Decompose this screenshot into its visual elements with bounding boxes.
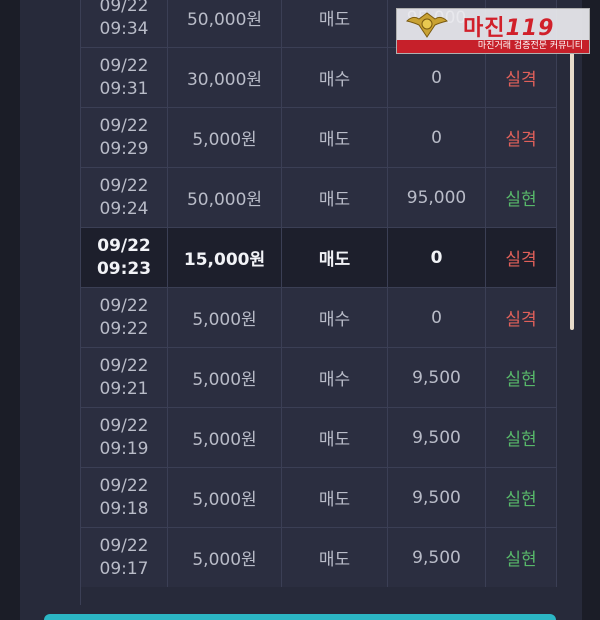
trade-type: 매도: [282, 108, 388, 167]
trade-value: 95,000: [388, 168, 486, 227]
trade-amount: 30,000원: [168, 48, 282, 107]
table-row[interactable]: 09/22 09:31 30,000원 매수 0 실격: [81, 47, 557, 107]
trade-time-label: 09:19: [99, 438, 149, 459]
trade-type: 매도: [282, 228, 388, 287]
trade-time-label: 09:21: [99, 378, 149, 399]
trade-date-label: 09/22: [99, 115, 149, 136]
trade-time: 09/22 09:19: [81, 408, 168, 467]
trade-time: 09/22 09:34: [81, 0, 168, 47]
trade-value: 0: [388, 48, 486, 107]
trade-time: 09/22 09:24: [81, 168, 168, 227]
trade-time-label: 09:34: [99, 18, 149, 39]
watermark-subtitle: 마진거래 검증전문 커뮤니티: [397, 40, 589, 53]
trade-amount: 5,000원: [168, 468, 282, 527]
page: 09/2209:3450,000원매도95,00009/2209:3130,00…: [0, 0, 600, 620]
trade-result-badge: 실격: [486, 228, 557, 287]
trade-time-label: 09:29: [99, 138, 149, 159]
trade-amount: 5,000원: [168, 108, 282, 167]
trade-time-label: 09:22: [99, 318, 149, 339]
trade-type: 매수: [282, 48, 388, 107]
trade-amount: 5,000원: [168, 348, 282, 407]
trade-value: 9,500: [388, 528, 486, 587]
bottom-action-bar[interactable]: [44, 614, 556, 620]
trade-time: 09/22 09:22: [81, 288, 168, 347]
trade-value: 9,500: [388, 408, 486, 467]
trade-time-label: 09:24: [99, 198, 149, 219]
table-row[interactable]: 09/22 09:18 5,000원 매도 9,500 실현: [81, 467, 557, 527]
table-row[interactable]: 09/22 09:24 50,000원 매도 95,000 실현: [81, 167, 557, 227]
history-panel: 09/2209:3450,000원매도95,00009/2209:3130,00…: [20, 0, 582, 620]
table-row[interactable]: 09/22 09:29 5,000원 매도 0 실격: [81, 107, 557, 167]
trade-amount: 50,000원: [168, 168, 282, 227]
trade-type: 매수: [282, 288, 388, 347]
trade-result-badge: 실격: [486, 48, 557, 107]
trade-time-label: 09:18: [99, 498, 149, 519]
trade-amount: 15,000원: [168, 228, 282, 287]
trade-result-badge: 실현: [486, 408, 557, 467]
trade-amount: 5,000원: [168, 528, 282, 587]
trade-result-badge: 실현: [486, 468, 557, 527]
trade-time-label: 09:23: [96, 258, 152, 279]
trade-value: 0: [388, 288, 486, 347]
trade-time: 09/22 09:17: [81, 528, 168, 587]
trade-date-label: 09/22: [99, 175, 149, 196]
trade-time-label: 09:17: [99, 558, 149, 579]
trade-time: 09/22 09:18: [81, 468, 168, 527]
watermark-logo: 마진119 마진거래 검증전문 커뮤니티: [396, 8, 590, 54]
trade-time: 09/22 09:21: [81, 348, 168, 407]
trade-type: 매수: [282, 348, 388, 407]
trade-history-table: 09/2209:3450,000원매도95,00009/2209:3130,00…: [80, 0, 557, 605]
table-row[interactable]: 09/22 09:19 5,000원 매도 9,500 실현: [81, 407, 557, 467]
trade-date-label: 09/22: [99, 295, 149, 316]
trade-amount: 5,000원: [168, 288, 282, 347]
trade-date-label: 09/22: [99, 0, 149, 16]
trade-amount: 50,000원: [168, 0, 282, 47]
trade-time-label: 09:31: [99, 78, 149, 99]
table-row[interactable]: 09/22 09:21 5,000원 매수 9,500 실현: [81, 347, 557, 407]
trade-type: 매도: [282, 468, 388, 527]
trade-result-badge: 실현: [486, 168, 557, 227]
trade-result-badge: 실현: [486, 528, 557, 587]
trade-value: 9,500: [388, 348, 486, 407]
trade-result-badge: 실현: [486, 348, 557, 407]
trade-date-label: 09/22: [99, 475, 149, 496]
trade-result-badge: 실격: [486, 288, 557, 347]
trade-amount: 5,000원: [168, 408, 282, 467]
table-row[interactable]: 09/22 09:23 15,000원 매도 0 실격: [81, 227, 557, 287]
trade-type: 매도: [282, 528, 388, 587]
trade-time: 09/22 09:23: [81, 228, 168, 287]
trade-type: 매도: [282, 408, 388, 467]
watermark-title: 마진119: [463, 16, 555, 41]
trade-date-label: 09/22: [99, 535, 149, 556]
police-badge-icon: [406, 12, 448, 38]
trade-time: 09/22 09:31: [81, 48, 168, 107]
trade-date-label: 09/22: [99, 415, 149, 436]
trade-value: 9,500: [388, 468, 486, 527]
table-row[interactable]: 09/22 09:17 5,000원 매도 9,500 실현: [81, 527, 557, 587]
trade-date-label: 09/22: [99, 55, 149, 76]
scrollbar[interactable]: [570, 40, 574, 330]
trade-value: 0: [388, 108, 486, 167]
table-row[interactable]: 09/22 09:22 5,000원 매수 0 실격: [81, 287, 557, 347]
trade-result-badge: 실격: [486, 108, 557, 167]
trade-time: 09/22 09:29: [81, 108, 168, 167]
trade-date-label: 09/22: [97, 235, 151, 256]
trade-type: 매도: [282, 168, 388, 227]
trade-date-label: 09/22: [99, 355, 149, 376]
trade-value: 0: [388, 228, 486, 287]
trade-type: 매도: [282, 0, 388, 47]
